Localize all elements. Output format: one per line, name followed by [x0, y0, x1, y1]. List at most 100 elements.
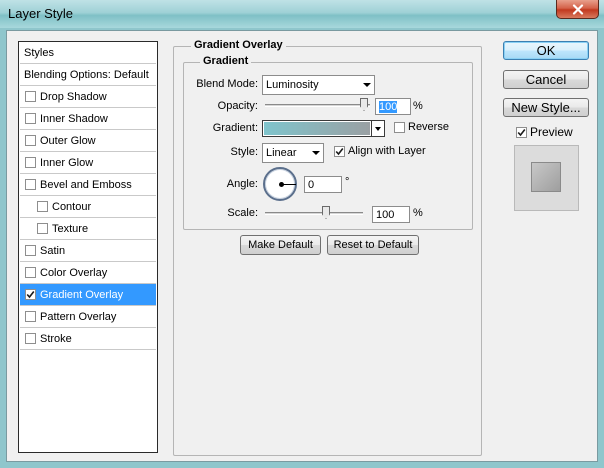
- blending-options-item[interactable]: Blending Options: Default: [20, 64, 156, 86]
- style-item-label: Outer Glow: [40, 134, 96, 147]
- style-preview: [514, 145, 579, 211]
- contour-checkbox[interactable]: [37, 201, 48, 212]
- style-item-label: Bevel and Emboss: [40, 178, 132, 191]
- chevron-down-icon: [312, 151, 320, 155]
- cancel-label: Cancel: [525, 72, 567, 87]
- style-item-label: Stroke: [40, 332, 72, 345]
- align-with-layer-label: Align with Layer: [348, 145, 426, 157]
- bevel-and-emboss-checkbox[interactable]: [25, 179, 36, 190]
- style-item-texture[interactable]: Texture: [20, 218, 156, 240]
- make-default-button[interactable]: Make Default: [240, 235, 321, 255]
- style-preview-swatch: [531, 162, 561, 192]
- angle-input[interactable]: 0: [304, 176, 342, 193]
- style-item-satin[interactable]: Satin: [20, 240, 156, 262]
- style-item-gradient-overlay[interactable]: Gradient Overlay: [20, 284, 156, 306]
- gradient-picker[interactable]: [262, 120, 385, 137]
- new-style-label: New Style...: [511, 100, 581, 115]
- cancel-button[interactable]: Cancel: [503, 70, 589, 89]
- style-item-drop-shadow[interactable]: Drop Shadow: [20, 86, 156, 108]
- texture-checkbox[interactable]: [37, 223, 48, 234]
- angle-label: Angle:: [226, 178, 258, 190]
- style-item-label: Pattern Overlay: [40, 310, 117, 323]
- satin-checkbox[interactable]: [25, 245, 36, 256]
- style-item-bevel-and-emboss[interactable]: Bevel and Emboss: [20, 174, 156, 196]
- blend-mode-label: Blend Mode:: [196, 78, 258, 90]
- scale-label: Scale:: [227, 207, 258, 219]
- new-style-button[interactable]: New Style...: [503, 98, 589, 117]
- close-icon: [572, 3, 584, 15]
- scale-slider-track[interactable]: [265, 212, 363, 215]
- reverse-option[interactable]: Reverse: [394, 121, 449, 133]
- inner-glow-checkbox[interactable]: [25, 157, 36, 168]
- opacity-unit: %: [413, 100, 423, 112]
- align-with-layer-checkbox[interactable]: [334, 145, 345, 157]
- angle-value: 0: [308, 179, 315, 191]
- preview-option[interactable]: Preview: [516, 125, 573, 139]
- style-item-contour[interactable]: Contour: [20, 196, 156, 218]
- angle-dial[interactable]: [263, 167, 297, 201]
- dialog-body: Styles Blending Options: Default Drop Sh…: [6, 30, 598, 462]
- title-bar: Layer Style: [0, 0, 604, 28]
- gradient-dropdown-button[interactable]: [371, 121, 384, 136]
- ok-label: OK: [536, 43, 556, 58]
- style-item-label: Drop Shadow: [40, 90, 107, 103]
- style-item-label: Inner Shadow: [40, 112, 108, 125]
- window-title: Layer Style: [8, 6, 74, 21]
- style-item-label: Texture: [52, 222, 89, 235]
- style-item-inner-shadow[interactable]: Inner Shadow: [20, 108, 156, 130]
- styles-header-label: Styles: [24, 46, 54, 59]
- style-item-color-overlay[interactable]: Color Overlay: [20, 262, 156, 284]
- reverse-checkbox[interactable]: [394, 121, 405, 133]
- outer-glow-checkbox[interactable]: [25, 135, 36, 146]
- opacity-value: 100: [379, 101, 398, 113]
- style-item-inner-glow[interactable]: Inner Glow: [20, 152, 156, 174]
- scale-input[interactable]: 100: [372, 206, 410, 223]
- styles-header[interactable]: Styles: [20, 42, 156, 64]
- close-button[interactable]: [556, 0, 599, 19]
- style-item-label: Satin: [40, 244, 66, 257]
- blending-options-label: Blending Options: Default: [24, 68, 149, 81]
- drop-shadow-checkbox[interactable]: [25, 91, 36, 102]
- checkmark-icon: [26, 291, 35, 299]
- style-item-label: Contour: [52, 200, 92, 213]
- preview-label: Preview: [530, 125, 573, 139]
- ok-button[interactable]: OK: [503, 41, 589, 60]
- angle-hub: [279, 182, 284, 187]
- gradient-style-value: Linear: [266, 147, 297, 159]
- style-item-pattern-overlay[interactable]: Pattern Overlay: [20, 306, 156, 328]
- inner-shadow-checkbox[interactable]: [25, 113, 36, 124]
- gradient-style-select[interactable]: Linear: [262, 143, 324, 163]
- style-item-outer-glow[interactable]: Outer Glow: [20, 130, 156, 152]
- gradient-group-title: Gradient: [200, 55, 252, 67]
- gradient-overlay-checkbox[interactable]: [25, 289, 36, 300]
- style-item-label: Inner Glow: [40, 156, 94, 169]
- style-item-label: Color Overlay: [40, 266, 108, 279]
- checkmark-icon: [517, 128, 526, 136]
- gradient-label: Gradient:: [212, 122, 258, 134]
- stroke-checkbox[interactable]: [25, 333, 36, 344]
- preview-checkbox[interactable]: [516, 126, 527, 138]
- style-label: Style:: [230, 146, 258, 158]
- styles-list: Styles Blending Options: Default Drop Sh…: [18, 41, 158, 453]
- blend-mode-value: Luminosity: [266, 79, 319, 91]
- scale-value: 100: [376, 209, 395, 221]
- gradient-overlay-title: Gradient Overlay: [191, 39, 286, 51]
- style-item-stroke[interactable]: Stroke: [20, 328, 156, 350]
- style-item-label: Gradient Overlay: [40, 288, 124, 301]
- chevron-down-icon: [363, 83, 371, 87]
- opacity-label: Opacity:: [217, 100, 258, 112]
- align-with-layer-option[interactable]: Align with Layer: [334, 145, 426, 157]
- opacity-input[interactable]: 100: [375, 98, 411, 115]
- gradient-preview[interactable]: [264, 122, 370, 135]
- make-default-label: Make Default: [248, 239, 313, 251]
- scale-unit: %: [413, 207, 423, 219]
- checkmark-icon: [335, 147, 344, 155]
- color-overlay-checkbox[interactable]: [25, 267, 36, 278]
- opacity-slider-track[interactable]: [265, 104, 370, 107]
- pattern-overlay-checkbox[interactable]: [25, 311, 36, 322]
- blend-mode-select[interactable]: Luminosity: [262, 75, 375, 95]
- reverse-label: Reverse: [408, 121, 449, 133]
- reset-to-default-button[interactable]: Reset to Default: [327, 235, 419, 255]
- reset-to-default-label: Reset to Default: [333, 239, 413, 251]
- angle-unit: °: [345, 176, 350, 188]
